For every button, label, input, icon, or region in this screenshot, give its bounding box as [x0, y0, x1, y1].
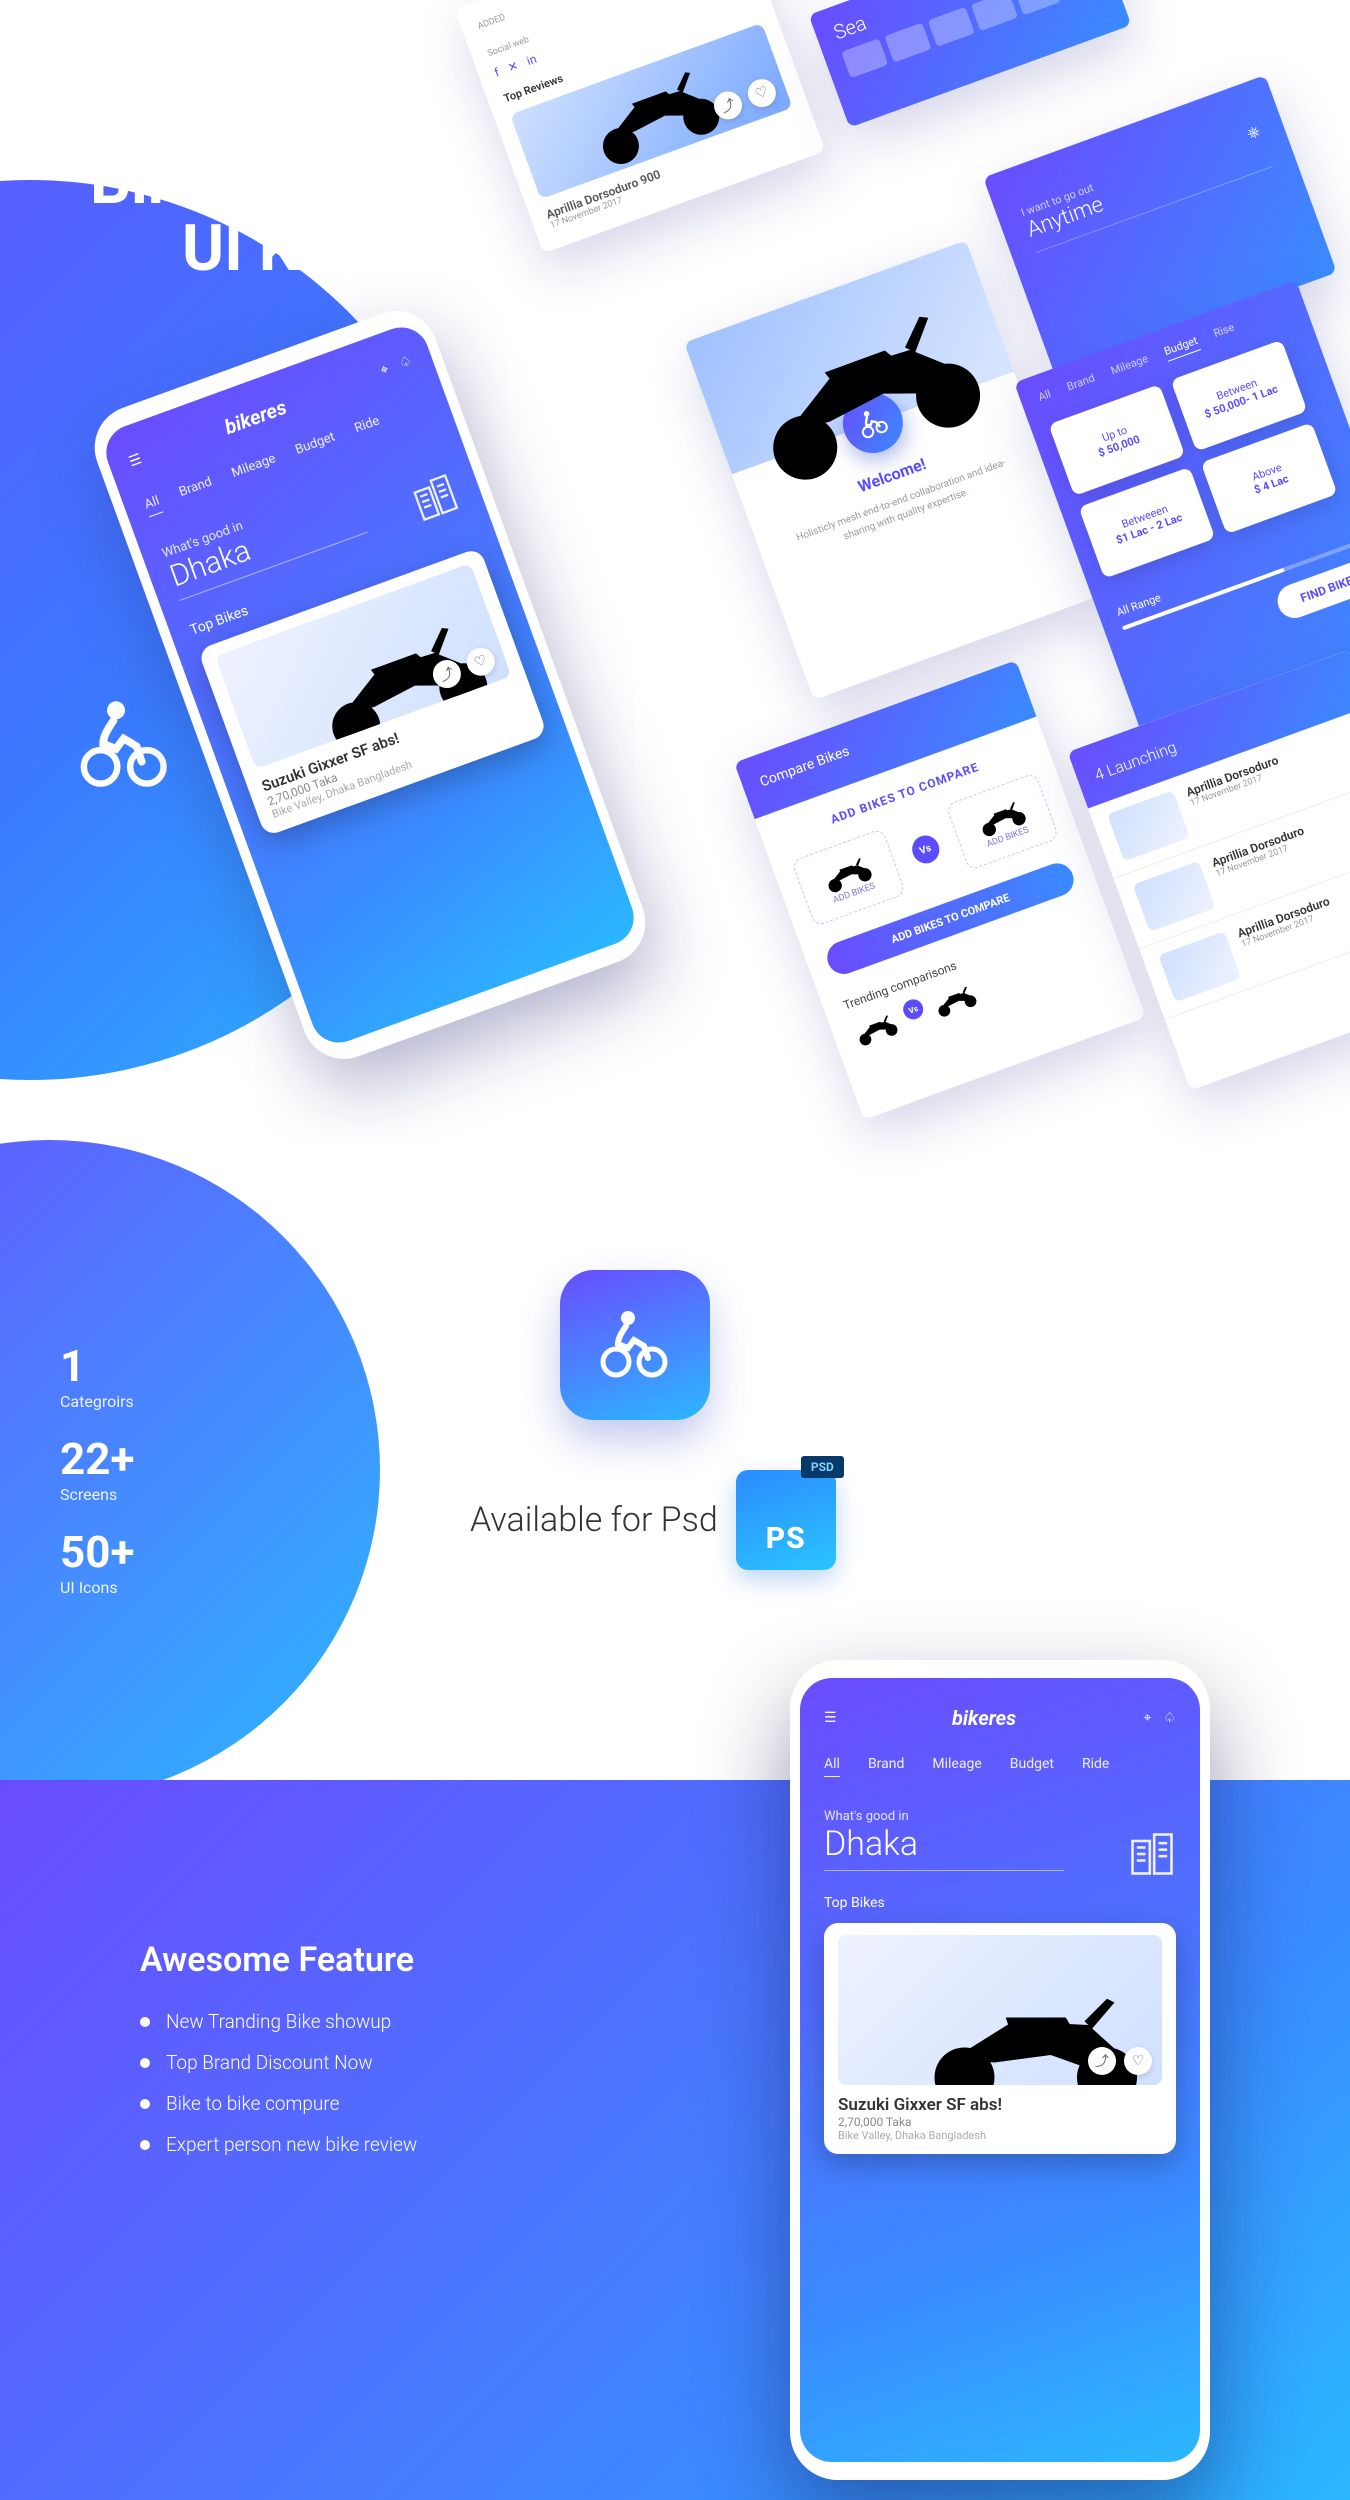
menu-icon[interactable]: ☰: [127, 451, 144, 470]
find-bikes-button[interactable]: FIND BIKES: [1273, 553, 1350, 623]
available-for-psd: Available for Psd: [470, 1500, 718, 1540]
bell-icon[interactable]: ♤: [1163, 1710, 1176, 1726]
added-label: ADDED: [476, 12, 506, 31]
photoshop-badge: PSD PS: [736, 1470, 836, 1570]
features-band: Awesome Feature New Tranding Bike showup…: [0, 1780, 1350, 2500]
tab-all[interactable]: All: [143, 493, 164, 517]
tab-ride[interactable]: Ride: [1082, 1756, 1109, 1777]
pin-icon[interactable]: ⌖: [1144, 1710, 1152, 1726]
vs-badge: Vs: [908, 832, 943, 868]
bike-dealer: Bike Valley, Dhaka Bangladesh: [838, 2129, 1162, 2142]
stat-label: UI Icons: [60, 1578, 380, 1597]
bike-card[interactable]: ⤴♡ Suzuki Gixxer SF abs! 2,70,000 Taka B…: [198, 547, 548, 837]
pin-icon[interactable]: ⌖: [378, 361, 391, 379]
bike-price: 2,70,000 Taka: [838, 2115, 1162, 2129]
stat-number: 1: [60, 1344, 380, 1388]
stats-section: 1 Categroirs 22+ Screens 50+ UI Icons Avail…: [0, 1180, 1350, 1720]
city-input[interactable]: Dhaka: [824, 1824, 1064, 1871]
app-icon: [560, 1270, 710, 1420]
tab-brand[interactable]: Brand: [868, 1756, 904, 1777]
heart-icon[interactable]: ♡: [1124, 2047, 1152, 2075]
cyclist-icon: [70, 700, 180, 794]
mock-compare-screen: Compare Bikes ADD BIKES TO COMPARE ADD B…: [734, 660, 1146, 1120]
screens-collage: ADDED Filter Social web f✕in Top Reviews…: [420, 0, 1350, 1160]
hero-heading-2: UI Kit: [90, 215, 338, 282]
mock-reviews-screen: ADDED Filter Social web f✕in Top Reviews…: [455, 0, 826, 253]
bike-title: Suzuki Gixxer SF abs!: [838, 2095, 1162, 2115]
mock-search-screen: Sea: [809, 0, 1132, 128]
bike-card[interactable]: ⤴ ♡ Suzuki Gixxer SF abs! 2,70,000 Taka B…: [824, 1923, 1176, 2154]
whats-good-label: What's good in: [824, 1809, 1176, 1824]
stats-circle: 1 Categroirs 22+ Screens 50+ UI Icons: [0, 1140, 380, 1800]
menu-icon[interactable]: ☰: [824, 1710, 837, 1726]
stat-number: 22+: [60, 1437, 380, 1481]
app-logo: bikeres: [952, 1706, 1016, 1730]
hero-title: Mobile App Template Bike app UI Kit: [90, 80, 338, 282]
stat-number: 50+: [60, 1530, 380, 1574]
psd-tag: PSD: [801, 1456, 844, 1478]
tab-budget[interactable]: Budget: [1010, 1756, 1054, 1777]
tab-all[interactable]: All: [824, 1756, 840, 1777]
share-icon[interactable]: ⤴: [1088, 2047, 1116, 2075]
tab-mileage[interactable]: Mileage: [932, 1756, 981, 1777]
bell-icon[interactable]: ♤: [397, 353, 414, 372]
stat-label: Categroirs: [60, 1392, 380, 1411]
anytime-big: Anytime: [1024, 133, 1269, 243]
top-bikes-label: Top Bikes: [824, 1895, 1176, 1911]
compare-slot[interactable]: ADD BIKES: [945, 772, 1060, 871]
tab-budget[interactable]: Budget: [293, 430, 338, 463]
hero-pretitle-2: Template: [90, 114, 338, 144]
ps-label: PS: [766, 1521, 806, 1556]
hero-section: Mobile App Template Bike app UI Kit ADDE…: [0, 0, 1350, 1180]
hero-pretitle-1: Mobile App: [90, 80, 338, 110]
building-icon: [405, 468, 465, 531]
tab-ride[interactable]: Ride: [353, 413, 384, 440]
app-logo: bikeres: [221, 395, 289, 439]
hero-heading-1: Bike app: [90, 148, 338, 215]
psd-line: Available for Psd PSD PS: [470, 1470, 836, 1570]
features-phone-mockup: ☰ bikeres ⌖ ♤ All Brand Mileage Budget Ri…: [790, 1660, 1210, 2480]
tab-mileage[interactable]: Mileage: [230, 451, 280, 485]
stat-label: Screens: [60, 1485, 380, 1504]
compare-slot[interactable]: ADD BIKES: [791, 828, 906, 927]
tab-brand[interactable]: Brand: [177, 474, 216, 504]
phone-tabs[interactable]: All Brand Mileage Budget Ride: [824, 1756, 1176, 1777]
building-icon: [1126, 1828, 1178, 1884]
